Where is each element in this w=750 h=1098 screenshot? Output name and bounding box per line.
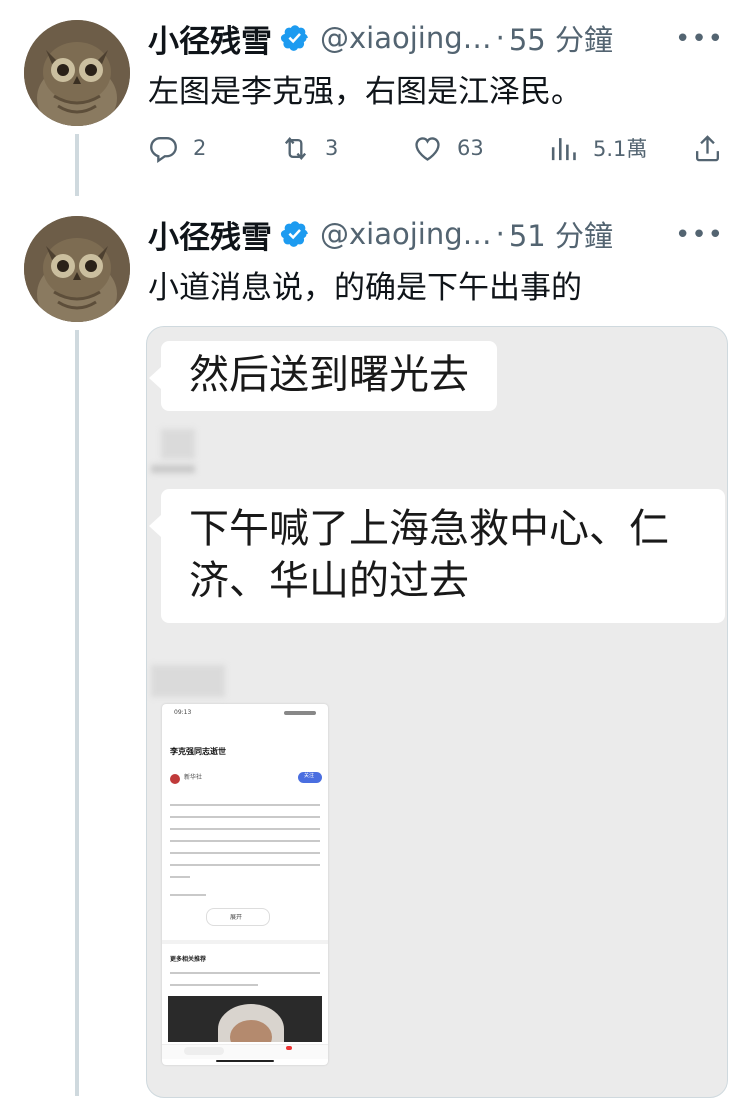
text-line [170, 894, 206, 896]
section-divider [162, 940, 328, 944]
separator-dot: · [495, 217, 505, 251]
tweet-actions: 2 3 63 5.1萬 [148, 128, 728, 168]
embedded-news-screenshot[interactable]: 09:13 李克强同志逝世 新华社 关注 展开 更多相关推荐 [162, 704, 328, 1065]
text-line [170, 876, 190, 878]
text-line [170, 864, 320, 866]
news-title: 李克强同志逝世 [170, 747, 226, 756]
reply-button[interactable]: 2 [148, 128, 206, 168]
verified-badge-icon [280, 221, 308, 247]
view-count: 5.1萬 [593, 137, 648, 161]
author-name: 新华社 [184, 774, 203, 781]
status-bar-icons [284, 711, 316, 715]
text-line [170, 804, 320, 806]
like-count: 63 [457, 136, 484, 160]
tweet-text: 小道消息说，的确是下午出事的 [148, 270, 582, 306]
blurred-sender-name [151, 665, 225, 697]
status-bar-time: 09:13 [174, 709, 192, 716]
avatar[interactable] [24, 216, 130, 322]
verified-badge-icon [280, 25, 308, 51]
reply-icon [150, 136, 177, 163]
reply-count: 2 [193, 136, 207, 160]
heart-icon [415, 136, 440, 161]
chat-message-1: 然后送到曙光去 [189, 352, 469, 398]
chat-bubble-1: 然后送到曙光去 [149, 341, 497, 411]
avatar[interactable] [24, 20, 130, 126]
views-chart-icon [551, 137, 576, 160]
tweet-media-image[interactable]: 然后送到曙光去 下午喊了上海急救中心、仁 济、华山的过去 09:13 李克强同志… [146, 326, 728, 1098]
more-dots-icon[interactable]: ••• [675, 24, 724, 54]
chat-message-2-line-2: 济、华山的过去 [189, 558, 469, 604]
home-indicator [216, 1060, 274, 1062]
text-line [170, 816, 320, 818]
text-line [170, 972, 320, 974]
follow-label: 关注 [304, 773, 315, 779]
read-more-label: 展开 [230, 914, 243, 921]
share-icon [696, 134, 719, 161]
news-thumbnail [168, 996, 322, 1042]
owl-avatar-icon [24, 20, 130, 126]
author-avatar [170, 774, 180, 784]
comment-input[interactable] [184, 1047, 224, 1055]
text-line [170, 840, 320, 842]
blurred-sender-name [151, 465, 195, 473]
related-section-title: 更多相关推荐 [170, 956, 207, 963]
retweet-button[interactable]: 3 [280, 128, 338, 168]
tweet-text: 左图是李克强，右图是江泽民。 [148, 74, 582, 110]
like-button[interactable]: 63 [412, 128, 484, 168]
blurred-sender-name [161, 429, 195, 459]
tweet-header: 小径残雪 @xiaojing… · 51 分鐘 [148, 210, 613, 258]
chat-message-2-line-1: 下午喊了上海急救中心、仁 [189, 506, 669, 552]
timestamp[interactable]: 55 分鐘 [509, 17, 613, 59]
notification-dot [286, 1046, 292, 1050]
views-button[interactable]: 5.1萬 [548, 128, 647, 168]
display-name[interactable]: 小径残雪 [148, 212, 272, 257]
retweet-count: 3 [325, 136, 339, 160]
user-handle[interactable]: @xiaojing… [320, 21, 492, 55]
share-button[interactable] [692, 128, 737, 168]
tweet-header: 小径残雪 @xiaojing… · 55 分鐘 [148, 14, 613, 62]
more-dots-icon[interactable]: ••• [675, 220, 724, 250]
owl-avatar-icon [24, 216, 130, 322]
retweet-icon [284, 136, 307, 160]
chat-bubble-2: 下午喊了上海急救中心、仁 济、华山的过去 [149, 489, 725, 623]
separator-dot: · [495, 21, 505, 55]
text-line [170, 984, 258, 986]
thread-line-upper [75, 134, 79, 196]
thread-line-lower [75, 330, 79, 1096]
text-line [170, 852, 320, 854]
text-line [170, 828, 320, 830]
timestamp[interactable]: 51 分鐘 [509, 213, 613, 255]
user-handle[interactable]: @xiaojing… [320, 217, 492, 251]
display-name[interactable]: 小径残雪 [148, 16, 272, 61]
